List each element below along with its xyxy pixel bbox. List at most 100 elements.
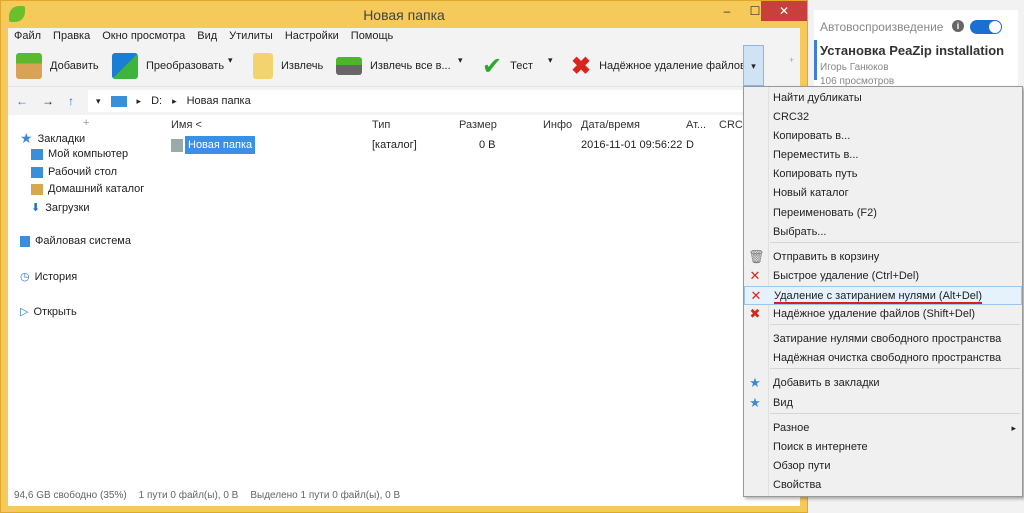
minimize-button[interactable]: ‒: [713, 1, 741, 21]
secure-delete-label: Надёжное удаление файлов: [599, 60, 746, 72]
context-menu-item[interactable]: ✕ Быстрое удаление (Ctrl+Del): [744, 267, 1022, 286]
sidebar-label: Мой компьютер: [48, 148, 129, 160]
menu-item-label: CRC32: [773, 111, 810, 123]
status-total: 1 пути 0 файл(ы), 0 B: [138, 490, 239, 501]
context-menu-item[interactable]: Надёжная очистка свободного пространства: [744, 349, 1022, 368]
menu-tools[interactable]: Утилиты: [229, 28, 273, 45]
sidebar-collapse[interactable]: +: [83, 117, 89, 129]
playing-indicator: [814, 40, 817, 80]
path-box[interactable]: ▾ ▸ D: ▸ Новая папка: [88, 90, 800, 112]
secure-delete-button[interactable]: ✖ Надёжное удаление файлов: [571, 51, 746, 81]
context-menu-item[interactable]: Переместить в...: [744, 146, 1022, 165]
menu-separator: [770, 413, 1020, 414]
convert-dropdown[interactable]: ▾: [228, 55, 233, 66]
add-button[interactable]: Добавить: [16, 51, 99, 81]
column-date[interactable]: Дата/время: [581, 115, 640, 135]
menu-view-window[interactable]: Окно просмотра: [102, 28, 185, 45]
menu-item-label: Копировать путь: [773, 168, 858, 180]
secure-delete-dropdown[interactable]: ▾: [743, 45, 764, 86]
column-size[interactable]: Размер: [459, 115, 497, 135]
context-menu-item[interactable]: Свойства: [744, 476, 1022, 495]
context-menu-item[interactable]: ✕ Удаление с затиранием нулями (Alt+Del): [744, 286, 1022, 305]
sidebar-item-open[interactable]: ▷ Открыть: [20, 305, 77, 319]
context-menu-item[interactable]: CRC32: [744, 108, 1022, 127]
extract-all-dropdown[interactable]: ▾: [458, 55, 463, 66]
context-menu-item[interactable]: Разное ▸: [744, 419, 1022, 438]
menu-item-label: Обзор пути: [773, 460, 831, 472]
column-info[interactable]: Инфо: [543, 115, 572, 135]
menu-item-label: Свойства: [773, 479, 822, 491]
submenu-arrow-icon: ▸: [1011, 423, 1016, 433]
sidebar-item-filesystem[interactable]: Файловая система: [20, 235, 131, 247]
test-button[interactable]: ✔ Тест: [482, 51, 533, 81]
toolbar-add-button[interactable]: +: [789, 55, 794, 65]
context-menu-item[interactable]: Новый каталог: [744, 184, 1022, 203]
menu-help[interactable]: Помощь: [351, 28, 394, 45]
window-title: Новая папка: [363, 7, 445, 23]
status-free: 94,6 GB свободно (35%): [14, 490, 127, 501]
context-menu-item[interactable]: ✖ Надёжное удаление файлов (Shift+Del): [744, 305, 1022, 324]
autoplay-toggle[interactable]: [970, 20, 1002, 34]
test-label: Тест: [510, 60, 533, 72]
extract-icon: [253, 53, 273, 79]
up-button[interactable]: ↑: [68, 94, 74, 108]
context-menu-item[interactable]: Выбрать...: [744, 223, 1022, 242]
context-menu-item[interactable]: ★ Вид: [744, 394, 1022, 413]
column-attr[interactable]: Ат...: [686, 115, 706, 135]
convert-icon: [112, 53, 138, 79]
menu-edit[interactable]: Правка: [53, 28, 90, 45]
toolbar: Добавить Преобразовать ▾ Извлечь Извлечь…: [8, 45, 800, 87]
menu-file[interactable]: Файл: [14, 28, 41, 45]
sidebar-label: Открыть: [33, 305, 77, 318]
extract-button[interactable]: Извлечь: [253, 51, 323, 81]
menu-view[interactable]: Вид: [197, 28, 217, 45]
sidebar-item-history[interactable]: ◷ История: [20, 270, 77, 284]
menu-item-label: Вид: [773, 397, 793, 409]
sidebar-item-bookmarks[interactable]: ★ Закладки: [20, 130, 85, 147]
history-icon: ◷: [20, 271, 30, 283]
menu-item-label: Надёжное удаление файлов (Shift+Del): [773, 308, 976, 320]
menu-item-label: Переименовать (F2): [773, 207, 877, 219]
context-menu-item[interactable]: Копировать в...: [744, 127, 1022, 146]
context-menu-item[interactable]: Затирание нулями свободного пространства: [744, 330, 1022, 349]
menu-item-label: Разное: [773, 422, 810, 434]
context-menu-item[interactable]: Поиск в интернете: [744, 438, 1022, 457]
context-menu-item[interactable]: ★ Добавить в закладки: [744, 374, 1022, 393]
delete-x-icon: ✖: [749, 306, 761, 321]
extract-all-button[interactable]: Извлечь все в...: [336, 51, 451, 81]
row-name[interactable]: Новая папка: [185, 136, 256, 154]
info-icon[interactable]: i: [952, 20, 964, 32]
back-button[interactable]: ←: [16, 94, 28, 108]
forward-button[interactable]: →: [42, 94, 54, 108]
context-menu-item[interactable]: Переименовать (F2): [744, 204, 1022, 223]
convert-button[interactable]: Преобразовать: [112, 51, 224, 81]
sidebar-item-downloads[interactable]: ⬇ Загрузки: [31, 201, 90, 215]
menu-item-label: Добавить в закладки: [773, 377, 880, 389]
delete-x-icon: ✕: [750, 288, 762, 303]
sidebar: + ★ Закладки Мой компьютер Рабочий стол Д…: [8, 115, 165, 485]
sidebar-item-my-computer[interactable]: Мой компьютер: [31, 148, 128, 160]
menu-settings[interactable]: Настройки: [285, 28, 339, 45]
history-dropdown[interactable]: ▾: [96, 96, 101, 107]
video-title[interactable]: Установка PeaZip installation: [820, 43, 1004, 58]
computer-icon: [31, 148, 43, 160]
sidebar-item-desktop[interactable]: Рабочий стол: [31, 166, 117, 178]
video-author[interactable]: Игорь Ганюков: [820, 62, 889, 73]
column-name[interactable]: Имя <: [171, 115, 202, 135]
status-bar: 94,6 GB свободно (35%) 1 пути 0 файл(ы),…: [8, 485, 800, 506]
test-dropdown[interactable]: ▾: [548, 55, 553, 66]
context-menu-item[interactable]: Копировать путь: [744, 165, 1022, 184]
recycle-bin-icon: 🗑: [748, 249, 765, 264]
path-separator: ▸: [136, 95, 142, 106]
sidebar-label: Закладки: [37, 132, 86, 145]
path-drive[interactable]: D:: [151, 95, 162, 107]
context-menu-item[interactable]: Найти дубликаты: [744, 89, 1022, 108]
close-button[interactable]: ✕: [761, 1, 807, 21]
menu-item-label: Затирание нулями свободного пространства: [773, 333, 1002, 345]
path-folder[interactable]: Новая папка: [187, 95, 251, 107]
sidebar-item-home[interactable]: Домашний каталог: [31, 183, 144, 195]
context-menu-item[interactable]: 🗑 Отправить в корзину: [744, 248, 1022, 267]
context-menu-item[interactable]: Обзор пути: [744, 457, 1022, 476]
menu-item-label: Удаление с затиранием нулями (Alt+Del): [774, 290, 983, 304]
column-type[interactable]: Тип: [372, 115, 390, 135]
